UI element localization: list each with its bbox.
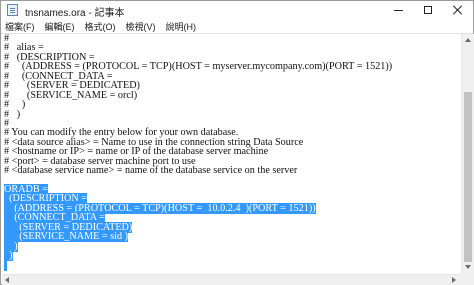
editor-line[interactable]: #: [4, 34, 461, 44]
editor-content[interactable]: # # alias = # (DESCRIPTION = # (ADDRESS = (…: [2, 34, 461, 271]
window-title: tnsnames.ora - 記事本: [25, 8, 125, 19]
minimize-icon: [393, 9, 403, 11]
scroll-right-icon[interactable]: [452, 277, 456, 283]
menu-help[interactable]: 說明(H): [161, 20, 202, 33]
close-icon: [453, 5, 463, 15]
editor-line[interactable]: [4, 259, 461, 271]
menu-bar: 檔案(F) 編輯(E) 格式(O) 檢視(V) 說明(H): [1, 19, 473, 34]
editor-line[interactable]: [4, 176, 461, 185]
horizontal-scrollbar[interactable]: [2, 274, 461, 285]
editor-line[interactable]: # (SERVICE_NAME = orcl): [4, 90, 461, 100]
editor-line[interactable]: ): [4, 250, 461, 262]
editor-line-text: (SERVICE_NAME = sid ): [4, 231, 129, 243]
menu-view[interactable]: 檢視(V): [121, 20, 161, 33]
maximize-button[interactable]: [413, 1, 443, 19]
menu-format[interactable]: 格式(O): [80, 20, 121, 33]
scroll-left-icon[interactable]: [5, 277, 9, 283]
text-editor[interactable]: # # alias = # (DESCRIPTION = # (ADDRESS = (…: [2, 34, 461, 274]
editor-line[interactable]: # ): [4, 109, 461, 119]
notepad-window: tnsnames.ora - 記事本 檔案(F) 編輯(E) 格式(O) 檢視(…: [0, 0, 474, 285]
scrollbar-corner: [461, 274, 474, 285]
editor-line[interactable]: # ): [4, 99, 461, 109]
minimize-button[interactable]: [383, 1, 413, 19]
editor-line[interactable]: (SERVICE_NAME = sid ): [4, 231, 461, 243]
scroll-up-icon[interactable]: [465, 38, 471, 42]
menu-file[interactable]: 檔案(F): [1, 20, 40, 33]
vertical-scrollbar[interactable]: [461, 34, 474, 274]
maximize-icon: [424, 6, 432, 14]
editor-line[interactable]: # <database service name> = name of the …: [4, 165, 461, 177]
title-bar[interactable]: tnsnames.ora - 記事本: [1, 1, 473, 19]
editor-line-text: # <database service name> = name of the …: [4, 165, 298, 177]
notepad-icon: [7, 4, 18, 16]
vertical-scroll-thumb[interactable]: [464, 92, 472, 262]
editor-line-text: [4, 259, 7, 271]
editor-line[interactable]: ): [4, 240, 461, 252]
close-button[interactable]: [443, 1, 473, 19]
menu-edit[interactable]: 編輯(E): [40, 20, 80, 33]
scroll-down-icon[interactable]: [465, 265, 471, 269]
